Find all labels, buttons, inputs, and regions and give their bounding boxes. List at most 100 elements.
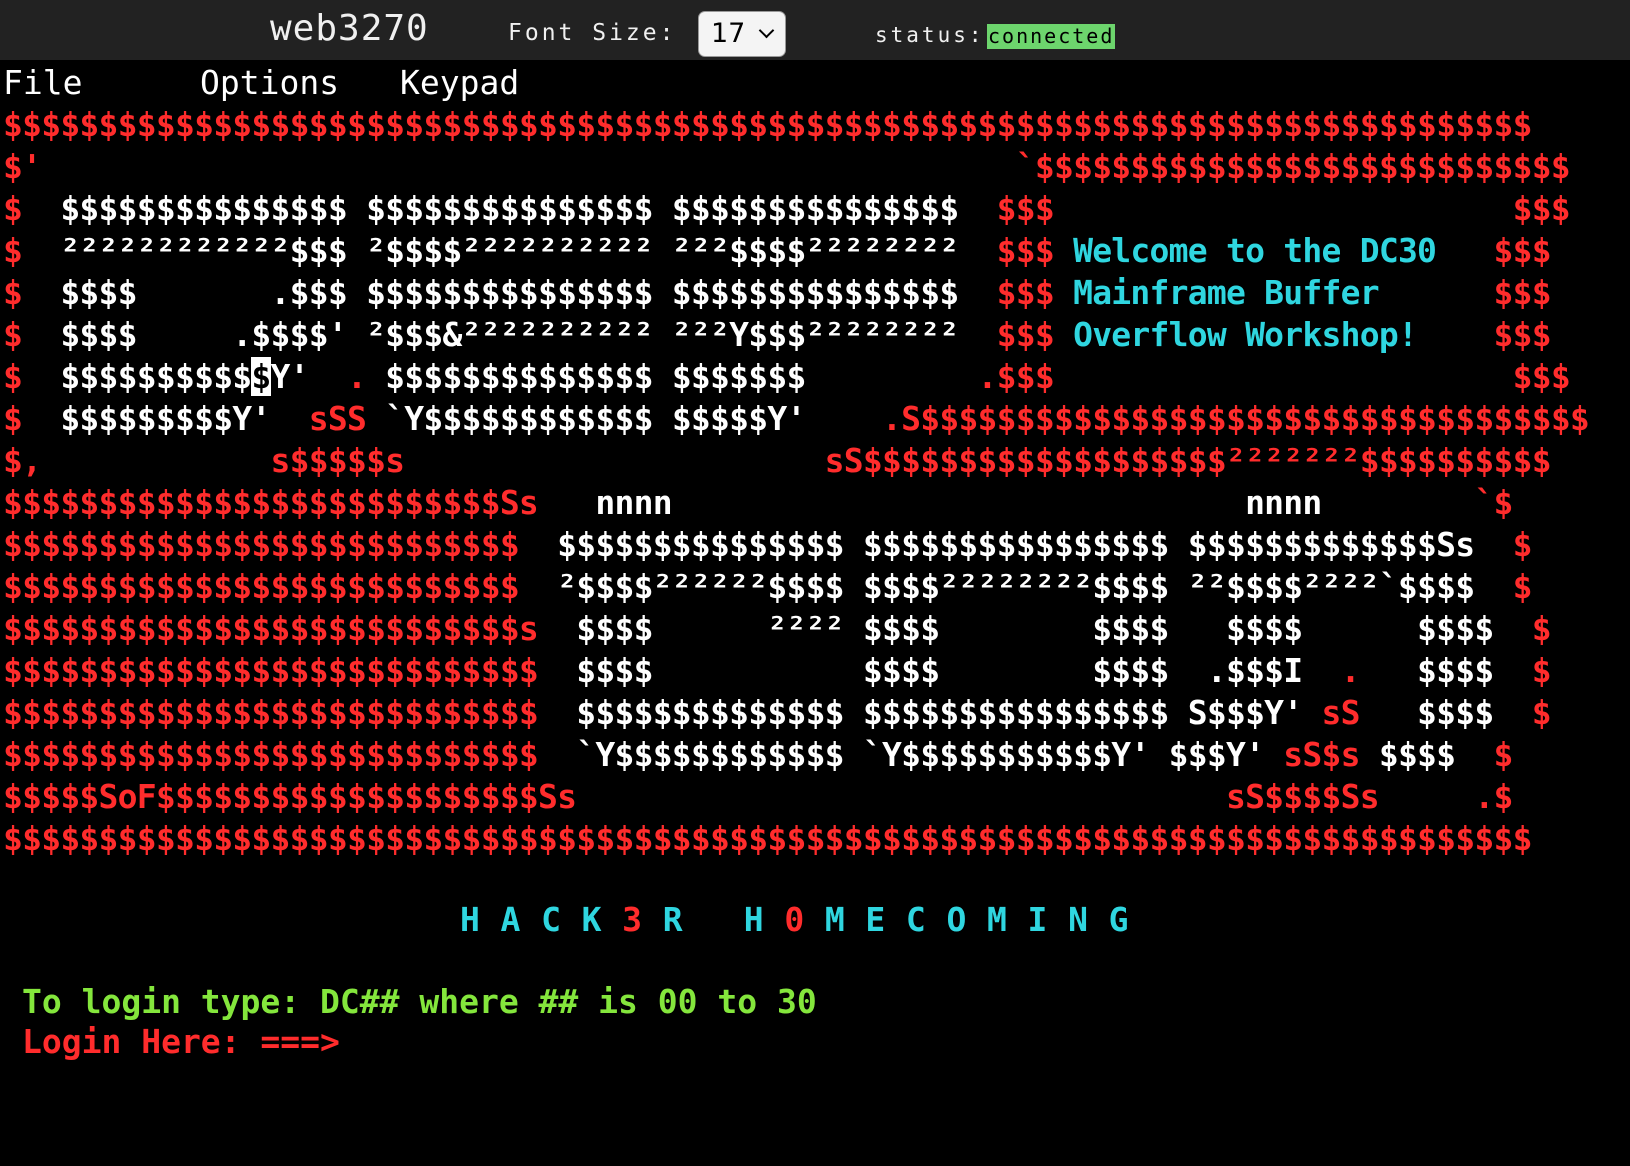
- hacker-homecoming-banner: H A C K 3 R H 0 M E C O M I N G: [460, 900, 1129, 939]
- screen-row: $ $$$$ .$$$ $$$$$$$$$$$$$$$ $$$$$$$$$$$$…: [3, 272, 1589, 314]
- terminal-screen[interactable]: $$$$$$$$$$$$$$$$$$$$$$$$$$$$$$$$$$$$$$$$…: [3, 104, 1590, 860]
- status-label: status:: [875, 23, 985, 47]
- screen-text: $: [3, 315, 61, 354]
- screen-row: $$$$$$$$$$$$$$$$$$$$$$$$$$$$ $$$$ $$$$ $…: [3, 650, 1589, 692]
- screen-text: $$$$$$$$$$$$$$$$$$$$$$$$$$$$: [3, 693, 539, 732]
- banner-highlight: 3: [622, 900, 643, 939]
- screen-text: $$$: [996, 273, 1074, 312]
- screen-text: $$$$: [1359, 735, 1494, 774]
- screen-text: $$$: [1493, 231, 1552, 270]
- screen-text: $$$$ ²²²² $$$$ $$$$ $$$$ $$$$: [538, 609, 1532, 648]
- screen-text: $$$$$$$$$$$$$$$$$$$$$$$$$$$: [3, 567, 520, 606]
- screen-text: ²²²²²²²²²²²²$$$ ²$$$$²²²²²²²²²² ²²²$$$$²…: [60, 231, 997, 270]
- screen-text: $: [1531, 651, 1552, 690]
- menu-keypad[interactable]: Keypad: [400, 63, 519, 102]
- screen-text: Mainframe Buffer: [1073, 273, 1494, 312]
- menu-file[interactable]: File: [3, 63, 82, 102]
- screen-text: $: [3, 357, 61, 396]
- screen-text: $$$$$$$$$$$$$$ $$$$$$$: [366, 357, 940, 396]
- screen-row: $ $$$$$$$$$$$$$$$ $$$$$$$$$$$$$$$ $$$$$$…: [3, 188, 1589, 230]
- screen-text: $$$$$$$$$$: [60, 357, 252, 396]
- screen-text: $: [1531, 693, 1552, 732]
- screen-row: $$$$$$$$$$$$$$$$$$$$$$$$$$$ $$$$$$$$$$$$…: [3, 524, 1589, 566]
- screen-text: sS: [1321, 693, 1361, 732]
- screen-text: .: [1340, 651, 1361, 690]
- screen-text: $$$$$$$$$$$$$$ $$$$$$$$$$$$$$$$ S$$$Y': [538, 693, 1322, 732]
- screen-text: ²$$$$²²²²²²$$$$ $$$$²²²²²²²²$$$$ ²²$$$$²…: [518, 567, 1513, 606]
- screen-text: $, s$$$$$s sS$$$$$$$$$$$$$$$$$$$²²²²²²²$…: [3, 441, 1552, 480]
- banner-text: M E C O M I N G: [804, 900, 1129, 939]
- font-size-select[interactable]: 17: [698, 11, 786, 57]
- screen-text: Y': [270, 357, 347, 396]
- top-toolbar: web3270 Font Size: 17 status: connected: [0, 0, 1630, 60]
- status-badge: connected: [987, 24, 1116, 49]
- screen-text: $$$$: [1359, 651, 1532, 690]
- screen-row: $$$$$$$$$$$$$$$$$$$$$$$$$$$$ $$$$$$$$$$$…: [3, 692, 1589, 734]
- screen-text: $$$$$$$$$$$$$$$$$$$$$$$$$$Ss: [3, 483, 539, 522]
- screen-text: nnnn nnnn: [538, 483, 1475, 522]
- screen-text: $$$$$SoF$$$$$$$$$$$$$$$$$$$$Ss sS$$$$Ss …: [3, 777, 1513, 816]
- cursor: $: [251, 357, 271, 396]
- screen-text: `$: [1474, 483, 1513, 522]
- menu-bar: File Options Keypad: [0, 60, 1630, 102]
- screen-text: sSS: [308, 399, 367, 438]
- screen-text: Overflow Workshop!: [1073, 315, 1494, 354]
- screen-text: $$$$ .$$$$' ²$$$&²²²²²²²²²² ²²²Y$$$²²²²²…: [60, 315, 997, 354]
- screen-text: $$$$ .$$$ $$$$$$$$$$$$$$$ $$$$$$$$$$$$$$…: [60, 273, 997, 312]
- banner-highlight: 0: [784, 900, 805, 939]
- screen-row: $$$$$$$$$$$$$$$$$$$$$$$$$$$$$$$$$$$$$$$$…: [3, 818, 1589, 860]
- screen-text: $$$$ $$$$ $$$$ .$$$I: [538, 651, 1341, 690]
- screen-text: $: [1512, 567, 1533, 606]
- screen-text: $$$: [996, 315, 1074, 354]
- app-title: web3270: [270, 8, 429, 49]
- screen-row: $$$$$$$$$$$$$$$$$$$$$$$$$$$s $$$$ ²²²² $…: [3, 608, 1589, 650]
- screen-row: $$$$$$$$$$$$$$$$$$$$$$$$$$Ss nnnn nnnn `…: [3, 482, 1589, 524]
- screen-text: Welcome to the DC30: [1073, 231, 1494, 270]
- screen-text: $: [3, 189, 61, 228]
- screen-text: $$$$$$$$$$$$$$$$$$$$$$$$$$$$$$$$$$$$$$$$…: [3, 819, 1532, 858]
- login-input[interactable]: [352, 1022, 952, 1062]
- screen-text: $: [3, 399, 61, 438]
- screen-text: $: [1531, 609, 1552, 648]
- screen-text: $$$$$$$$$$$$$$$$$$$$$$$$$$$$: [3, 735, 539, 774]
- screen-text: $: [1512, 525, 1533, 564]
- screen-text: $$$$: [1359, 693, 1532, 732]
- screen-text: $$$$$$$$$$$$$$$$$$$$$$$$$$$$$$$$$$$$$$$$…: [3, 105, 1532, 144]
- screen-text: $$$$$$$$$Y': [60, 399, 309, 438]
- screen-text: $' `$$$$$$$$$$$$$$$$$$$$$$$$$$$$: [3, 147, 1571, 186]
- screen-text: sS$s: [1283, 735, 1360, 774]
- screen-text: .$$$ $$$: [939, 357, 1571, 396]
- screen-row: $, s$$$$$s sS$$$$$$$$$$$$$$$$$$$²²²²²²²$…: [3, 440, 1589, 482]
- screen-row: $$$$$$$$$$$$$$$$$$$$$$$$$$$ ²$$$$²²²²²²$…: [3, 566, 1589, 608]
- login-prompt: Login Here: ===>: [22, 1022, 340, 1061]
- login-hint: To login type: DC## where ## is 00 to 30: [22, 982, 817, 1021]
- screen-row: $$$$$$$$$$$$$$$$$$$$$$$$$$$$$$$$$$$$$$$$…: [3, 104, 1589, 146]
- font-size-label: Font Size:: [508, 20, 677, 46]
- screen-text: $: [1493, 735, 1514, 774]
- screen-row: $' `$$$$$$$$$$$$$$$$$$$$$$$$$$$$: [3, 146, 1589, 188]
- screen-text: $$$ $$$: [996, 189, 1571, 228]
- screen-row: $$$$$$$$$$$$$$$$$$$$$$$$$$$$ `Y$$$$$$$$$…: [3, 734, 1589, 776]
- screen-row: $ $$$$ .$$$$' ²$$$&²²²²²²²²²² ²²²Y$$$²²²…: [3, 314, 1589, 356]
- banner-text: R H: [642, 900, 785, 939]
- screen-text: $$$: [996, 231, 1074, 270]
- screen-text: .S$$$$$$$$$$$$$$$$$$$$$$$$$$$$$$$$$$$: [843, 399, 1590, 438]
- screen-row: $ $$$$$$$$$$$Y' . $$$$$$$$$$$$$$ $$$$$$$…: [3, 356, 1589, 398]
- screen-text: $$$: [1493, 315, 1552, 354]
- screen-text: `Y$$$$$$$$$$$$ `Y$$$$$$$$$$$Y' $$$Y': [538, 735, 1284, 774]
- screen-text: `Y$$$$$$$$$$$$ $$$$$Y': [366, 399, 844, 438]
- screen-text: $$$$$$$$$$$$$$$ $$$$$$$$$$$$$$$$ $$$$$$$…: [518, 525, 1513, 564]
- screen-text: $$$$$$$$$$$$$$$$$$$$$$$$$$$: [3, 525, 520, 564]
- screen-text: $$$$$$$$$$$$$$$$$$$$$$$$$$$$: [3, 651, 539, 690]
- screen-text: $: [3, 273, 61, 312]
- screen-row: $ $$$$$$$$$Y' sSS `Y$$$$$$$$$$$$ $$$$$Y'…: [3, 398, 1590, 440]
- screen-text: $: [3, 231, 61, 270]
- font-size-value: 17: [711, 18, 746, 49]
- screen-text: $$$$$$$$$$$$$$$ $$$$$$$$$$$$$$$ $$$$$$$$…: [60, 189, 997, 228]
- menu-options[interactable]: Options: [200, 63, 339, 102]
- screen-text: $$$: [1493, 273, 1552, 312]
- screen-row: $ ²²²²²²²²²²²²$$$ ²$$$$²²²²²²²²²² ²²²$$$…: [3, 230, 1589, 272]
- screen-text: .: [346, 357, 367, 396]
- chevron-down-icon: [758, 22, 775, 39]
- banner-text: H A C K: [460, 900, 623, 939]
